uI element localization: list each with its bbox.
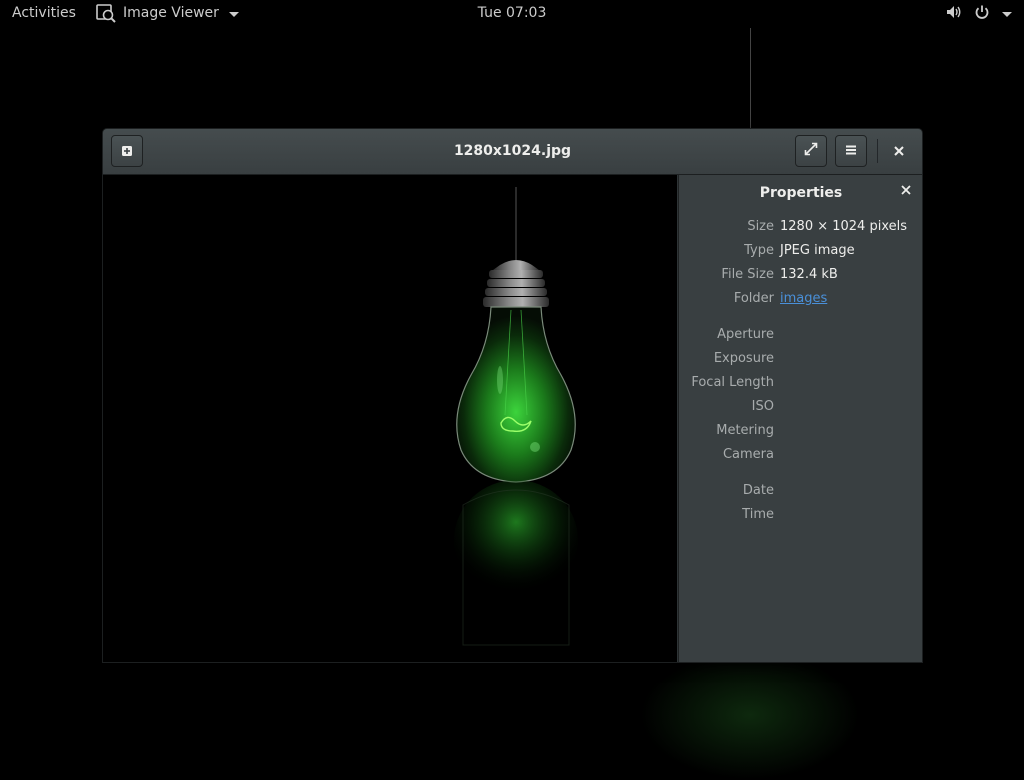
property-row-date: Date	[679, 483, 922, 503]
volume-icon	[946, 4, 962, 24]
folder-link[interactable]: images	[780, 291, 827, 306]
property-row-focal-length: Focal Length	[679, 375, 922, 395]
properties-panel: Properties Size 1280 × 1024 pixels Type …	[678, 175, 922, 662]
lightbulb-image	[454, 187, 578, 646]
property-label: Camera	[722, 447, 774, 462]
property-label: Date	[742, 483, 774, 498]
property-label: Exposure	[713, 351, 774, 366]
clock[interactable]: Tue 07:03	[478, 5, 547, 21]
property-row-folder: Folder images	[679, 291, 922, 311]
image-display[interactable]	[103, 175, 677, 662]
property-row-time: Time	[679, 507, 922, 527]
property-row-iso: ISO	[679, 399, 922, 419]
property-row-camera: Camera	[679, 447, 922, 467]
property-row-exposure: Exposure	[679, 351, 922, 371]
close-icon	[893, 142, 905, 161]
hamburger-icon	[844, 142, 858, 161]
close-properties-button[interactable]	[899, 184, 913, 198]
property-label: File Size	[721, 267, 774, 282]
chevron-down-icon	[228, 11, 239, 17]
property-row-type: Type JPEG image	[679, 243, 922, 263]
property-label: Aperture	[717, 327, 774, 342]
property-value: 132.4 kB	[780, 267, 838, 282]
image-viewer-icon	[95, 2, 117, 24]
property-label: Focal Length	[691, 375, 774, 390]
fullscreen-icon	[803, 141, 819, 161]
fullscreen-button[interactable]	[795, 135, 827, 167]
header-separator	[877, 139, 878, 163]
property-row-aperture: Aperture	[679, 327, 922, 347]
properties-title: Properties	[759, 185, 843, 201]
property-label: Time	[742, 507, 774, 522]
property-row-file-size: File Size 132.4 kB	[679, 267, 922, 287]
close-icon	[901, 184, 911, 199]
property-label: Metering	[716, 423, 774, 438]
wallpaper-cord	[750, 28, 751, 128]
image-viewer-window: 1280x1024.jpg Properties Size 1280 × 102…	[102, 128, 923, 663]
menu-button[interactable]	[835, 135, 867, 167]
wallpaper-glow	[640, 650, 860, 780]
property-label: Size	[747, 219, 774, 234]
app-menu-label: Image Viewer	[123, 5, 219, 21]
property-label: ISO	[751, 399, 774, 414]
property-value: JPEG image	[780, 243, 855, 258]
system-status-area[interactable]	[946, 4, 1012, 24]
close-window-button[interactable]	[887, 139, 911, 163]
power-icon	[974, 4, 990, 24]
header-bar: 1280x1024.jpg	[103, 129, 922, 175]
property-value: 1280 × 1024 pixels	[780, 219, 907, 234]
property-row-metering: Metering	[679, 423, 922, 443]
activities-button[interactable]: Activities	[12, 5, 76, 21]
app-menu[interactable]: Image Viewer	[95, 2, 239, 24]
property-label: Folder	[733, 291, 774, 306]
open-icon	[121, 142, 133, 161]
property-row-size: Size 1280 × 1024 pixels	[679, 219, 922, 239]
top-bar: Activities Image Viewer Tue 07:03	[0, 0, 1024, 27]
property-label: Type	[744, 243, 774, 258]
open-button[interactable]	[111, 135, 143, 167]
chevron-down-icon	[1002, 11, 1012, 17]
